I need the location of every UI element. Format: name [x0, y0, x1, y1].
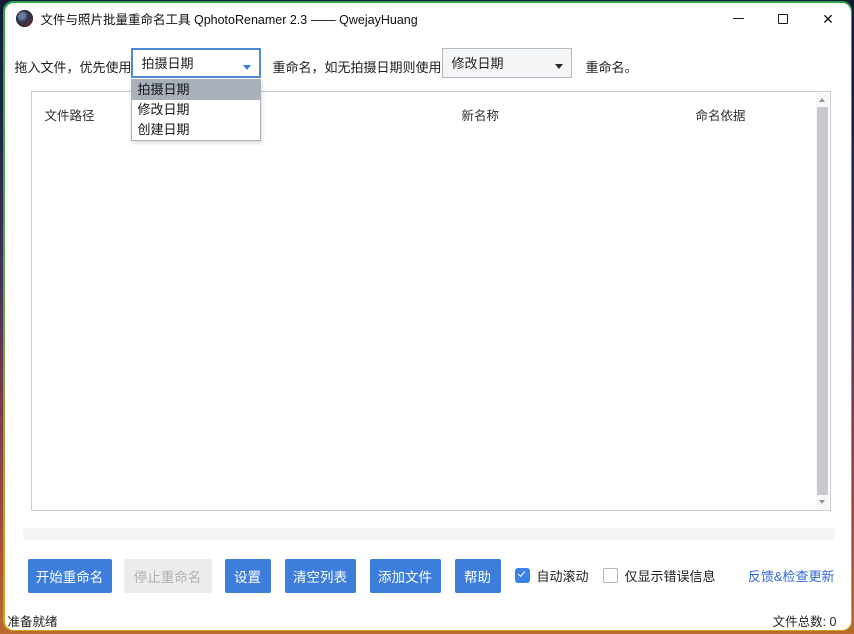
maximize-button[interactable]	[761, 3, 806, 35]
scroll-down-button[interactable]	[816, 495, 829, 509]
status-bar: 准备就绪 文件总数: 0	[5, 608, 851, 630]
chevron-down-icon	[243, 65, 251, 70]
file-total-count: 文件总数: 0	[773, 611, 837, 630]
window-controls: ✕	[716, 3, 851, 35]
triangle-up-icon	[819, 98, 825, 102]
progress-bar	[23, 528, 835, 540]
rename-fallback-label: 重命名，如无拍摄日期则使用	[273, 57, 442, 76]
add-files-button[interactable]: 添加文件	[370, 559, 441, 593]
clear-list-button[interactable]: 清空列表	[285, 559, 356, 593]
errors-only-checkbox[interactable]	[603, 568, 618, 583]
maximize-icon	[778, 14, 788, 24]
file-list-table: 文件路径 新名称 命名依据	[31, 91, 831, 511]
settings-button[interactable]: 设置	[225, 559, 271, 593]
window-frame: 文件与照片批量重命名工具 QphotoRenamer 2.3 —— Qwejay…	[3, 1, 852, 631]
auto-scroll-checkbox-group[interactable]: 自动滚动	[515, 566, 589, 585]
fallback-date-combobox-value: 修改日期	[452, 53, 504, 72]
scroll-up-button[interactable]	[816, 93, 829, 107]
status-message: 准备就绪	[8, 611, 58, 630]
errors-only-checkbox-group[interactable]: 仅显示错误信息	[603, 566, 716, 585]
dropdown-option-created-date[interactable]: 创建日期	[132, 120, 260, 140]
column-header-file-path: 文件路径	[45, 105, 95, 124]
app-window: 文件与照片批量重命名工具 QphotoRenamer 2.3 —— Qwejay…	[5, 3, 851, 630]
primary-date-dropdown-list: 拍摄日期 修改日期 创建日期	[131, 79, 261, 141]
title-bar: 文件与照片批量重命名工具 QphotoRenamer 2.3 —— Qwejay…	[5, 3, 851, 35]
dropdown-option-shot-date[interactable]: 拍摄日期	[132, 80, 260, 100]
check-icon	[517, 569, 525, 577]
window-title: 文件与照片批量重命名工具 QphotoRenamer 2.3 —— Qwejay…	[41, 9, 418, 28]
scrollbar-thumb[interactable]	[817, 107, 828, 495]
chevron-down-icon	[555, 64, 563, 69]
errors-only-label: 仅显示错误信息	[625, 566, 716, 585]
vertical-scrollbar[interactable]	[816, 93, 829, 509]
triangle-down-icon	[819, 500, 825, 504]
minimize-icon	[733, 18, 744, 19]
close-button[interactable]: ✕	[806, 3, 851, 35]
app-icon	[16, 10, 33, 27]
rename-suffix-label: 重命名。	[586, 57, 638, 76]
fallback-date-combobox[interactable]: 修改日期	[442, 48, 572, 78]
start-rename-button[interactable]: 开始重命名	[28, 559, 112, 593]
help-button[interactable]: 帮助	[455, 559, 501, 593]
stop-rename-button: 停止重命名	[124, 559, 212, 593]
desktop-background: 文件与照片批量重命名工具 QphotoRenamer 2.3 —— Qwejay…	[0, 0, 854, 634]
action-bar: 开始重命名 停止重命名 设置 清空列表 添加文件 帮助 自动滚动 仅显示错误信息…	[28, 559, 841, 593]
minimize-button[interactable]	[716, 3, 761, 35]
drag-hint-prefix-label: 拖入文件，优先使用	[15, 57, 132, 76]
primary-date-combobox-value: 拍摄日期	[142, 53, 194, 72]
dropdown-option-modified-date[interactable]: 修改日期	[132, 100, 260, 120]
feedback-update-link[interactable]: 反馈&检查更新	[748, 566, 835, 585]
auto-scroll-checkbox[interactable]	[515, 568, 530, 583]
column-header-naming-basis: 命名依据	[696, 105, 746, 124]
column-header-new-name: 新名称	[462, 105, 500, 124]
primary-date-combobox[interactable]: 拍摄日期	[131, 48, 261, 78]
auto-scroll-label: 自动滚动	[537, 566, 589, 585]
close-icon: ✕	[822, 12, 834, 26]
